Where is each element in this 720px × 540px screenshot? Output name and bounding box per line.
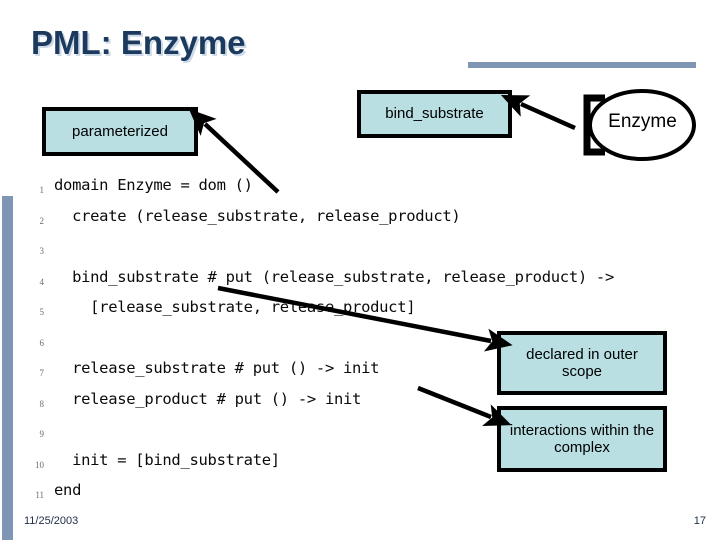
code-line: 3 [18,237,708,268]
code-line-number: 5 [39,307,45,317]
enzyme-node: Enzyme [565,89,697,161]
left-margin-rule [2,196,13,540]
code-line: 1 domain Enzyme = dom () [18,176,708,207]
code-line-text: init = [bind_substrate] [54,450,280,469]
callout-declared-in-outer-scope: declared in outer scope [497,331,667,395]
code-line: 11 end [18,481,708,512]
code-line-text: bind_substrate # put (release_substrate,… [54,267,614,286]
code-line-text: domain Enzyme = dom () [54,176,253,194]
code-line-number: 6 [39,337,45,348]
callout-bind-substrate: bind_substrate [357,90,512,138]
footer-date: 11/25/2003 [24,515,79,527]
code-line-number: 7 [39,368,45,378]
code-line-number: 11 [35,490,44,500]
code-line-number: 8 [39,398,45,409]
code-line-text: create (release_substrate, release_produ… [54,206,461,225]
slide-canvas: PML: Enzyme 1 domain Enzyme = dom () 2 cre… [0,0,720,540]
code-line-number: 2 [39,215,45,226]
code-line-number: 1 [39,185,45,195]
page-title: PML: Enzyme [31,24,246,61]
code-line-text: release_product # put () -> init [54,389,362,408]
callout-parameterized: parameterized [42,107,198,156]
callout-interactions-within-the-complex: interactions within the complex [497,406,667,472]
code-line-number: 4 [39,276,45,287]
code-line: 4 bind_substrate # put (release_substrat… [18,268,708,299]
code-line-number: 3 [39,246,45,256]
code-line-text: end [54,481,82,499]
code-line-text: release_substrate # put () -> init [54,359,380,377]
enzyme-node-label: Enzyme [608,111,677,132]
code-line-number: 10 [35,459,44,470]
footer-page-number: 17 [693,515,706,527]
code-line-number: 9 [39,429,45,439]
code-line: 2 create (release_substrate, release_pro… [18,207,708,238]
code-line-text: [release_substrate, release_product] [54,298,416,316]
code-line: 5 [release_substrate, release_product] [18,298,708,329]
title-divider-rule [468,62,696,68]
